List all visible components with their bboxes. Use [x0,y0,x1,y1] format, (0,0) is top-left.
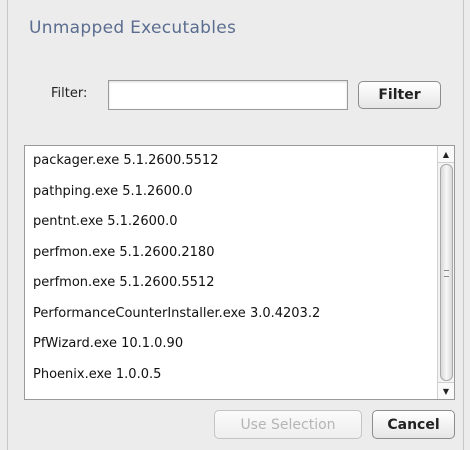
list-item[interactable]: pentnt.exe 5.1.2600.0 [25,207,438,238]
list-item[interactable]: PerformanceCounterInstaller.exe 3.0.4203… [25,299,438,330]
triangle-down-icon[interactable]: ▼ [438,382,454,399]
filter-label: Filter: [51,86,88,101]
scrollbar-thumb[interactable] [440,164,453,381]
filter-button[interactable]: Filter [358,81,441,109]
executables-list-items: packager.exe 5.1.2600.5512 pathping.exe … [25,146,438,399]
triangle-up-icon[interactable]: ▲ [438,146,454,163]
filter-input[interactable] [108,80,348,110]
list-item[interactable]: packager.exe 5.1.2600.5512 [25,146,438,177]
executables-list[interactable]: packager.exe 5.1.2600.5512 pathping.exe … [24,145,455,400]
list-item[interactable]: pathping.exe 5.1.2600.0 [25,177,438,208]
grip-icon [444,269,449,277]
use-selection-button[interactable]: Use Selection [214,410,362,439]
dialog-title: Unmapped Executables [29,18,237,38]
list-item[interactable]: perfmon.exe 5.1.2600.2180 [25,238,438,269]
cancel-button[interactable]: Cancel [372,410,455,439]
list-item[interactable]: PfWizard.exe 10.1.0.90 [25,329,438,360]
vertical-scrollbar[interactable]: ▲ ▼ [437,146,454,399]
list-item[interactable]: Phoenix.exe 1.0.0.5 [25,360,438,391]
unmapped-executables-dialog: Unmapped Executables Filter: Filter pack… [7,0,464,450]
list-item[interactable]: perfmon.exe 5.1.2600.5512 [25,268,438,299]
